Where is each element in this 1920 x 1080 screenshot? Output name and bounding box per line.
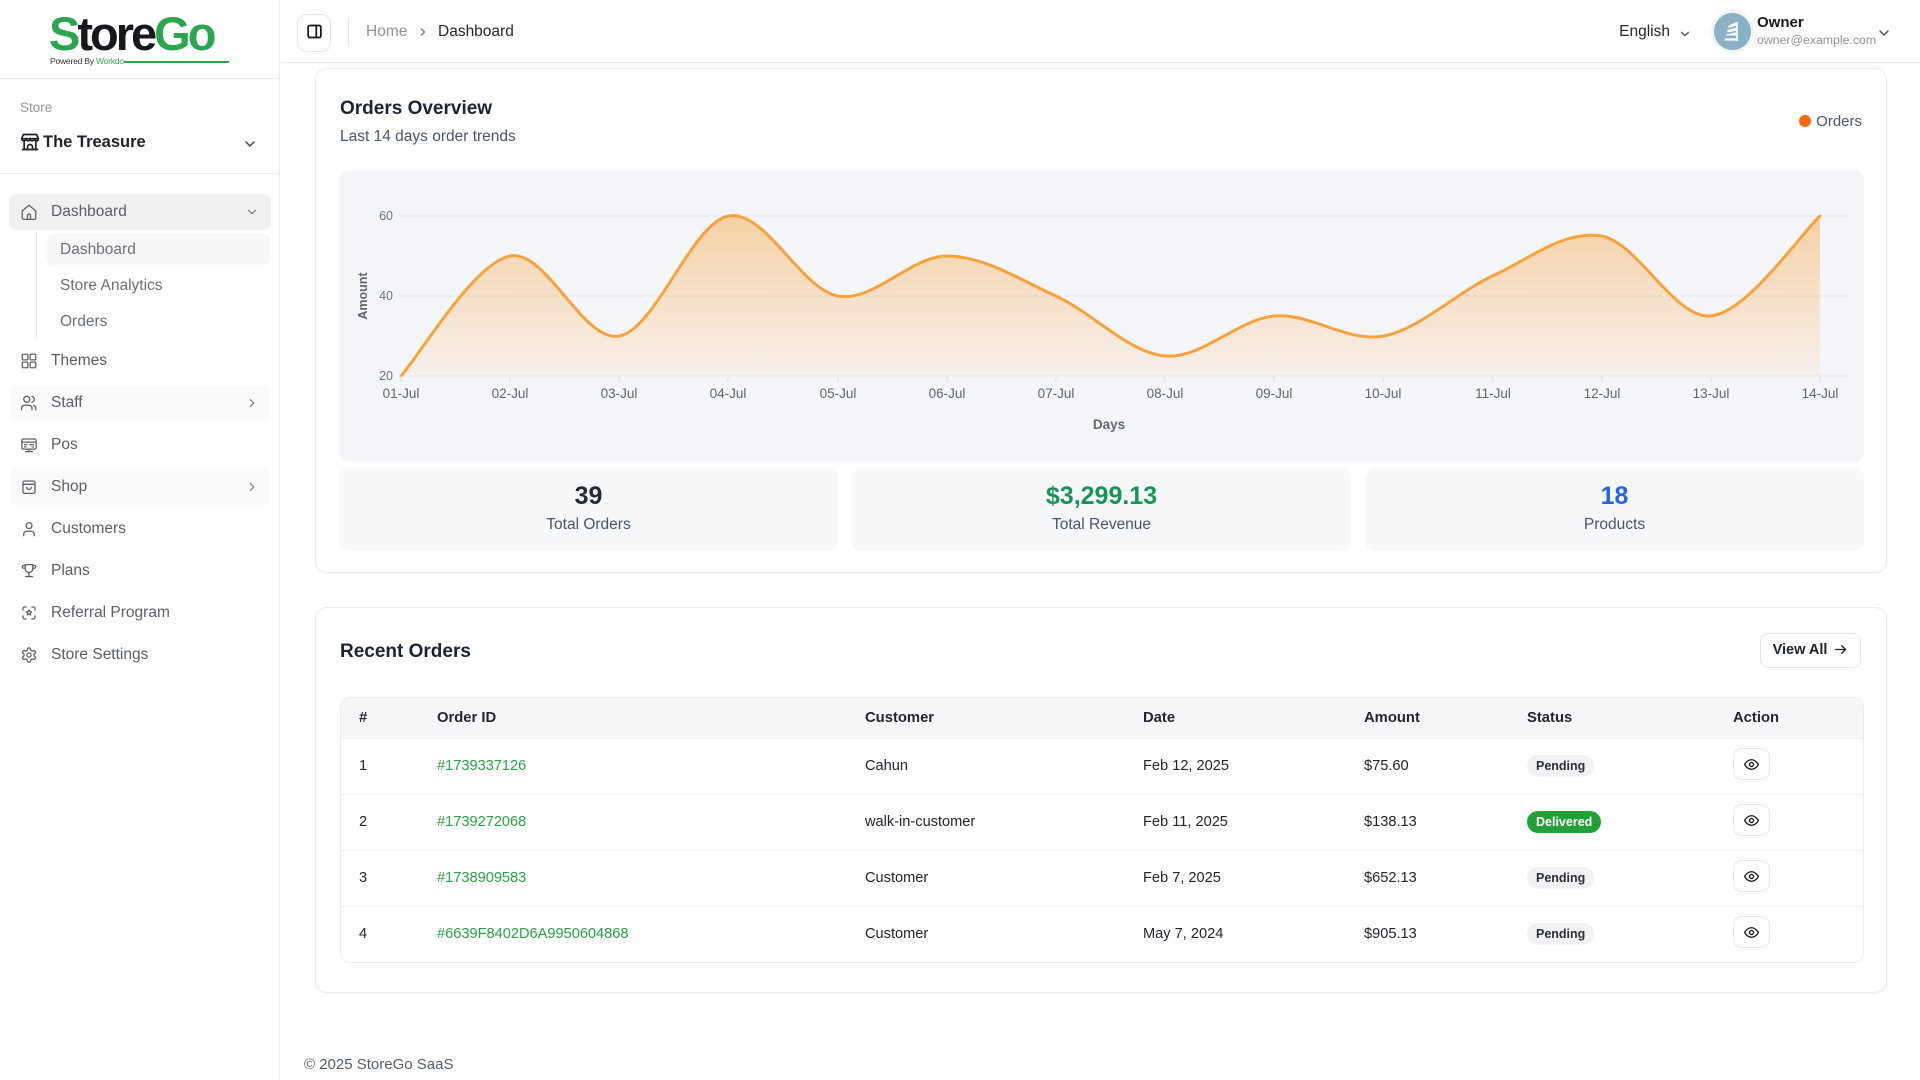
svg-text:02-Jul: 02-Jul (492, 386, 529, 401)
svg-text:14-Jul: 14-Jul (1802, 386, 1839, 401)
svg-text:20: 20 (379, 369, 393, 383)
svg-text:Amount: Amount (356, 272, 370, 320)
svg-text:05-Jul: 05-Jul (820, 386, 857, 401)
svg-text:09-Jul: 09-Jul (1256, 386, 1293, 401)
svg-text:60: 60 (379, 209, 393, 223)
svg-text:Days: Days (1093, 417, 1125, 432)
svg-text:10-Jul: 10-Jul (1365, 386, 1402, 401)
svg-text:03-Jul: 03-Jul (601, 386, 638, 401)
svg-text:11-Jul: 11-Jul (1475, 386, 1511, 401)
svg-text:40: 40 (379, 289, 393, 303)
svg-text:13-Jul: 13-Jul (1693, 386, 1730, 401)
svg-text:04-Jul: 04-Jul (710, 386, 747, 401)
svg-text:06-Jul: 06-Jul (929, 386, 966, 401)
svg-text:12-Jul: 12-Jul (1584, 386, 1621, 401)
svg-text:08-Jul: 08-Jul (1147, 386, 1184, 401)
svg-text:01-Jul: 01-Jul (383, 386, 420, 401)
svg-text:07-Jul: 07-Jul (1038, 386, 1075, 401)
